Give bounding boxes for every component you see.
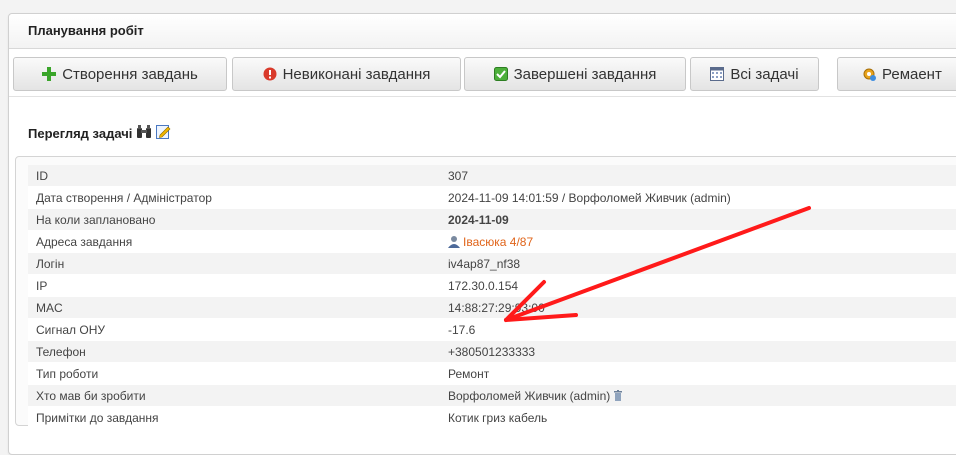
row-phone: Телефон +380501233333: [28, 341, 956, 363]
all-tasks-label: Всі задачі: [730, 65, 799, 83]
trash-icon[interactable]: [614, 390, 623, 401]
row-label: MAC: [36, 300, 63, 315]
row-value: Івасюка 4/87: [448, 235, 533, 249]
row-value: 2024-11-09: [448, 212, 509, 227]
completed-tasks-label: Завершені завдання: [513, 65, 657, 83]
row-label: Тип роботи: [36, 366, 99, 381]
error-icon: [263, 67, 277, 81]
row-label: Логін: [36, 256, 65, 271]
row-login: Логін iv4ap87_nf38: [28, 253, 956, 275]
plus-icon: [42, 67, 57, 81]
panel-title: Планування робіт: [9, 14, 956, 49]
row-label: На коли заплановано: [36, 212, 156, 227]
user-icon: [448, 235, 460, 248]
pending-tasks-label: Невиконані завдання: [282, 65, 431, 83]
row-ip: IP 172.30.0.154: [28, 275, 956, 297]
completed-tasks-button[interactable]: Завершені завдання: [464, 57, 686, 91]
all-tasks-button[interactable]: Всі задачі: [690, 57, 819, 91]
row-label: Адреса завдання: [36, 234, 133, 249]
row-label: Примітки до завдання: [36, 410, 159, 425]
binoculars-icon[interactable]: [136, 124, 152, 142]
row-label: IP: [36, 278, 48, 293]
row-work-type: Тип роботи Ремонт: [28, 363, 956, 385]
row-planned: На коли заплановано 2024-11-09: [28, 209, 956, 231]
row-value: +380501233333: [448, 344, 536, 359]
row-address: Адреса завдання Івасюка 4/87: [28, 231, 956, 253]
row-value: Ремонт: [448, 366, 490, 381]
row-label: Телефон: [36, 344, 86, 359]
remnant-label: Ремаент: [882, 65, 942, 83]
row-value: Ворфоломей Живчик (admin): [448, 388, 623, 403]
row-label: Хто мав би зробити: [36, 388, 146, 403]
task-view-title: Перегляд задачі: [28, 125, 133, 141]
remnant-button[interactable]: Ремаент: [837, 57, 956, 91]
gear-icon: [862, 67, 876, 81]
toolbar: Створення завдань Невиконані завдання За…: [13, 57, 956, 93]
address-link[interactable]: Івасюка 4/87: [463, 235, 533, 249]
row-label: Дата створення / Адміністратор: [36, 190, 212, 205]
divider: [9, 96, 956, 97]
row-created: Дата створення / Адміністратор 2024-11-0…: [28, 187, 956, 209]
task-details-table: ID 307 Дата створення / Адміністратор 20…: [28, 165, 956, 429]
row-value: Котик гриз кабель: [448, 410, 548, 425]
task-view-heading: Перегляд задачі: [28, 124, 171, 142]
create-tasks-label: Створення завдань: [62, 65, 198, 83]
row-onu-signal: Сигнал ОНУ -17.6: [28, 319, 956, 341]
check-icon: [493, 67, 508, 81]
row-value: iv4ap87_nf38: [448, 256, 521, 271]
row-id: ID 307: [28, 165, 956, 187]
task-details-card: ID 307 Дата створення / Адміністратор 20…: [15, 156, 956, 429]
create-tasks-button[interactable]: Створення завдань: [13, 57, 227, 91]
row-value: 2024-11-09 14:01:59 / Ворфоломей Живчик …: [448, 190, 731, 205]
row-label: Сигнал ОНУ: [36, 322, 106, 337]
row-label: ID: [36, 168, 48, 183]
row-mac: MAC 14:88:27:29:93:00: [28, 297, 956, 319]
row-value: 307: [448, 168, 469, 183]
edit-icon[interactable]: [156, 124, 171, 142]
calendar-icon: [710, 67, 725, 81]
row-value: 14:88:27:29:93:00: [448, 300, 545, 315]
row-value: -17.6: [448, 322, 476, 337]
row-value: 172.30.0.154: [448, 278, 519, 293]
task-planning-panel: Планування робіт Створення завдань Невик…: [8, 13, 956, 455]
assignee-name: Ворфоломей Живчик (admin): [448, 388, 611, 403]
pending-tasks-button[interactable]: Невиконані завдання: [232, 57, 461, 91]
row-notes: Примітки до завдання Котик гриз кабель: [28, 407, 956, 429]
row-assignee: Хто мав би зробити Ворфоломей Живчик (ad…: [28, 385, 956, 407]
